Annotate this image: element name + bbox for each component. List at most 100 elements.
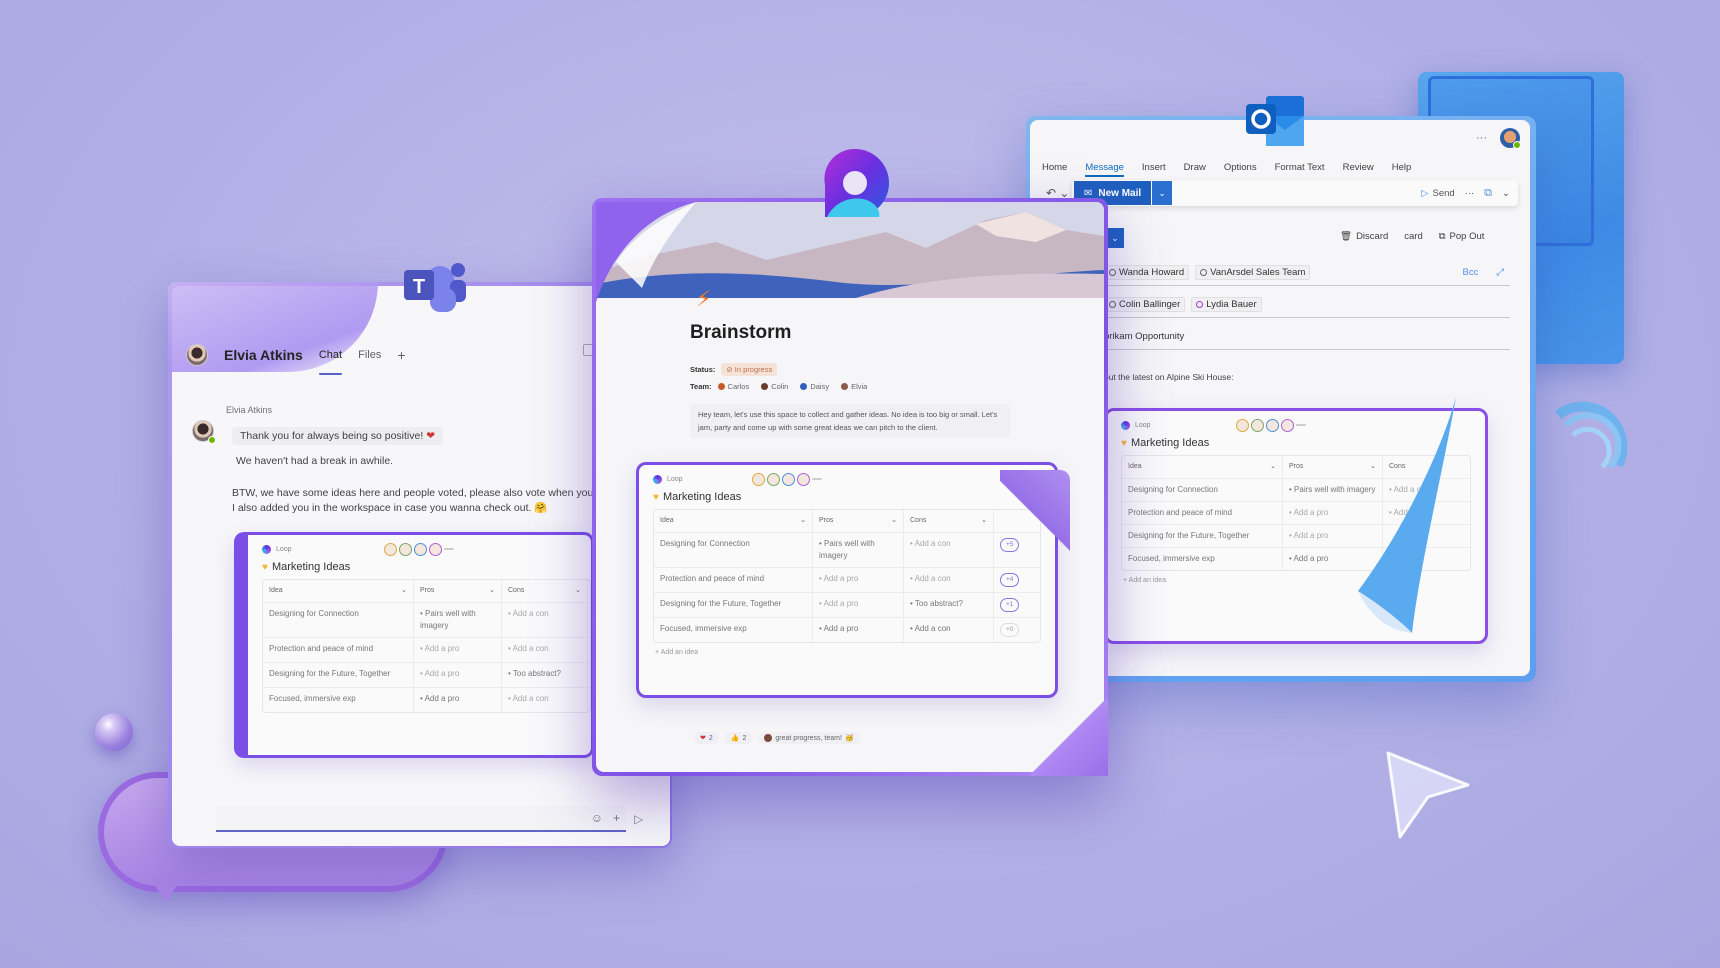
chat-message: BTW, we have some ideas here and people …: [232, 486, 592, 516]
idea-cell[interactable]: Designing for Connection: [263, 603, 413, 637]
cons-cell[interactable]: • Too abstract?: [501, 663, 587, 687]
tab-insert[interactable]: Insert: [1142, 162, 1166, 173]
tab-format-text[interactable]: Format Text: [1275, 162, 1325, 173]
chat-message: Thank you for always being so positive! …: [232, 427, 443, 445]
cc-field[interactable]: Colin Ballinger Lydia Bauer: [1104, 292, 1510, 318]
idea-cell[interactable]: Designing for the Future, Together: [1122, 525, 1282, 547]
comment-bubble[interactable]: great progress, team! 🥳: [758, 732, 860, 744]
column-header-idea[interactable]: Idea ⌄: [1122, 456, 1282, 478]
toolbar-more-button[interactable]: ···: [1465, 188, 1475, 199]
pros-cell[interactable]: • Add a pro: [812, 568, 903, 592]
sphere-decoration: [95, 713, 133, 751]
idea-cell[interactable]: Designing for Connection: [654, 533, 812, 567]
add-tab-button[interactable]: +: [397, 347, 405, 363]
idea-cell[interactable]: Focused, immersive exp: [263, 688, 413, 712]
ribbon-collapse-icon[interactable]: ⌄: [1502, 188, 1510, 199]
tab-draw[interactable]: Draw: [1184, 162, 1206, 173]
user-avatar[interactable]: [1500, 128, 1521, 149]
pros-cell[interactable]: • Add a pro: [413, 663, 501, 687]
ideas-table: Idea ⌄ Pros ⌄ Cons ⌄ Designing for Connecti…: [653, 509, 1041, 643]
cons-cell[interactable]: • Add a con: [501, 603, 587, 637]
new-mail-dropdown[interactable]: ⌄: [1152, 181, 1173, 205]
page-title[interactable]: Brainstorm: [690, 322, 791, 344]
pros-cell[interactable]: • Add a pro: [413, 688, 501, 712]
tab-home[interactable]: Home: [1042, 162, 1067, 173]
status-badge[interactable]: ⊘ In progress: [721, 363, 778, 376]
subject-field[interactable]: brikam Opportunity: [1104, 324, 1510, 350]
cons-cell[interactable]: • Add a con: [903, 618, 993, 642]
column-header-idea[interactable]: Idea ⌄: [654, 510, 812, 532]
send-icon[interactable]: ▷: [634, 812, 643, 826]
vote-button[interactable]: +1: [1000, 598, 1020, 612]
recipient-chip[interactable]: VanArsdel Sales Team: [1195, 265, 1311, 280]
teams-logo-icon: T: [404, 263, 466, 312]
chat-message-text: Thank you for always being so positive!: [240, 430, 424, 442]
idea-cell[interactable]: Focused, immersive exp: [1122, 548, 1282, 570]
cons-cell[interactable]: • Too abstract?: [903, 593, 993, 617]
pros-cell[interactable]: • Pairs well with imagery: [812, 533, 903, 567]
recipient-chip[interactable]: Colin Ballinger: [1104, 297, 1186, 312]
pop-out-button[interactable]: ⧉ Pop Out: [1439, 231, 1485, 242]
table-row: Focused, immersive exp • Add a pro • Add…: [263, 687, 590, 712]
emoji-icon[interactable]: ☺: [591, 811, 603, 825]
tab-options[interactable]: Options: [1224, 162, 1257, 173]
expand-icon[interactable]: ⤢: [1496, 267, 1504, 278]
column-header-pros[interactable]: Pros ⌄: [812, 510, 903, 532]
tab-message[interactable]: Message: [1085, 162, 1124, 177]
send-options-dropdown[interactable]: ⌄: [1106, 228, 1124, 248]
tab-chat[interactable]: Chat: [318, 349, 343, 375]
compose-message-input[interactable]: ☺ +: [216, 806, 626, 832]
status-label: Status:: [690, 365, 716, 374]
loop-marketing-card[interactable]: Loop ♥ Marketing Ideas Idea ⌄ Pros ⌄ Cons ⌄ …: [636, 462, 1058, 698]
column-header-pros[interactable]: Pros ⌄: [413, 580, 501, 602]
tab-review[interactable]: Review: [1343, 162, 1374, 173]
loop-brand-label: Loop: [667, 475, 683, 483]
popout-icon[interactable]: ⧉: [1484, 187, 1492, 200]
idea-cell[interactable]: Designing for the Future, Together: [654, 593, 812, 617]
discard-button[interactable]: 🗑 Discard: [1340, 231, 1388, 242]
vote-button[interactable]: +0: [1000, 623, 1020, 637]
thumbs-up-icon: 👍: [730, 735, 740, 742]
more-options-button[interactable]: ···: [1476, 132, 1487, 144]
idea-cell[interactable]: Protection and peace of mind: [1122, 502, 1282, 524]
pros-cell[interactable]: • Add a pro: [812, 593, 903, 617]
add-idea-button[interactable]: + Add an idea: [639, 643, 1055, 662]
contact-avatar[interactable]: [186, 344, 208, 366]
team-member[interactable]: Carlos: [717, 382, 749, 391]
reaction-thumbs-up[interactable]: 👍 2: [724, 732, 753, 744]
cons-cell[interactable]: • Add a con: [501, 638, 587, 662]
tab-files[interactable]: Files: [358, 349, 381, 361]
cons-cell[interactable]: • Add a con: [903, 533, 993, 567]
reaction-heart[interactable]: ❤ 2: [694, 732, 719, 744]
page-curl-decoration: [1000, 470, 1070, 560]
idea-cell[interactable]: Focused, immersive exp: [654, 618, 812, 642]
pros-cell[interactable]: • Pairs well with imagery: [413, 603, 501, 637]
cons-cell[interactable]: • Add a con: [903, 568, 993, 592]
column-header-cons[interactable]: Cons ⌄: [501, 580, 587, 602]
pros-cell[interactable]: • Add a pro: [413, 638, 501, 662]
column-header-cons[interactable]: Cons ⌄: [903, 510, 993, 532]
team-member[interactable]: Colin: [761, 382, 788, 391]
attach-icon[interactable]: +: [613, 811, 620, 825]
recipient-chip[interactable]: Wanda Howard: [1104, 265, 1190, 280]
team-member[interactable]: Daisy: [800, 382, 829, 391]
email-body-text[interactable]: out the latest on Alpine Ski House:: [1104, 372, 1233, 382]
idea-cell[interactable]: Protection and peace of mind: [263, 638, 413, 662]
idea-cell[interactable]: Designing for the Future, Together: [263, 663, 413, 687]
popout-icon: ⧉: [1438, 231, 1446, 242]
to-field[interactable]: Wanda Howard VanArsdel Sales Team Bcc ⤢: [1104, 260, 1510, 286]
pros-cell[interactable]: • Add a pro: [812, 618, 903, 642]
send-button[interactable]: ▷ Send: [1421, 188, 1455, 199]
team-member[interactable]: Elvia: [841, 382, 867, 391]
recipient-chip[interactable]: Lydia Bauer: [1191, 297, 1262, 312]
vote-button[interactable]: +4: [1000, 573, 1020, 587]
tab-help[interactable]: Help: [1392, 162, 1412, 173]
intro-paragraph[interactable]: Hey team, let's use this space to collec…: [690, 404, 1010, 438]
cons-cell[interactable]: • Add a con: [501, 688, 587, 712]
bcc-button[interactable]: Bcc: [1463, 267, 1479, 278]
column-header-idea[interactable]: Idea ⌄: [263, 580, 413, 602]
card-title: Marketing Ideas: [1130, 437, 1210, 449]
idea-cell[interactable]: Designing for Connection: [1122, 479, 1282, 501]
teams-loop-card[interactable]: Loop ♥ Marketing Ideas Idea ⌄ Pros ⌄ Cons ⌄ …: [234, 532, 594, 758]
idea-cell[interactable]: Protection and peace of mind: [654, 568, 812, 592]
